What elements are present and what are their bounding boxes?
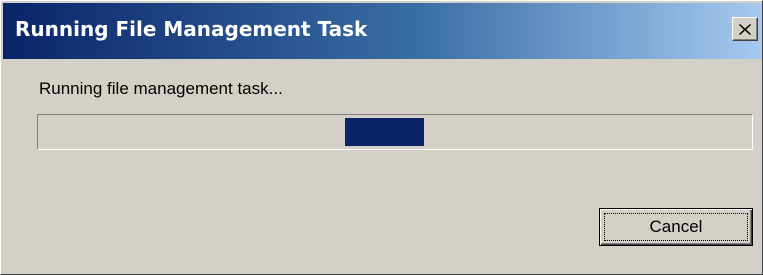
progress-bar: [37, 114, 753, 150]
cancel-button-label: Cancel: [604, 213, 748, 241]
dialog-window: Running File Management Task Running fil…: [0, 0, 763, 275]
window-title: Running File Management Task: [15, 17, 368, 41]
title-bar[interactable]: Running File Management Task: [3, 3, 762, 59]
close-icon: [739, 23, 751, 35]
close-button[interactable]: [732, 17, 758, 41]
cancel-button[interactable]: Cancel: [599, 208, 753, 246]
status-message: Running file management task...: [39, 79, 283, 98]
progress-indicator: [345, 118, 424, 146]
